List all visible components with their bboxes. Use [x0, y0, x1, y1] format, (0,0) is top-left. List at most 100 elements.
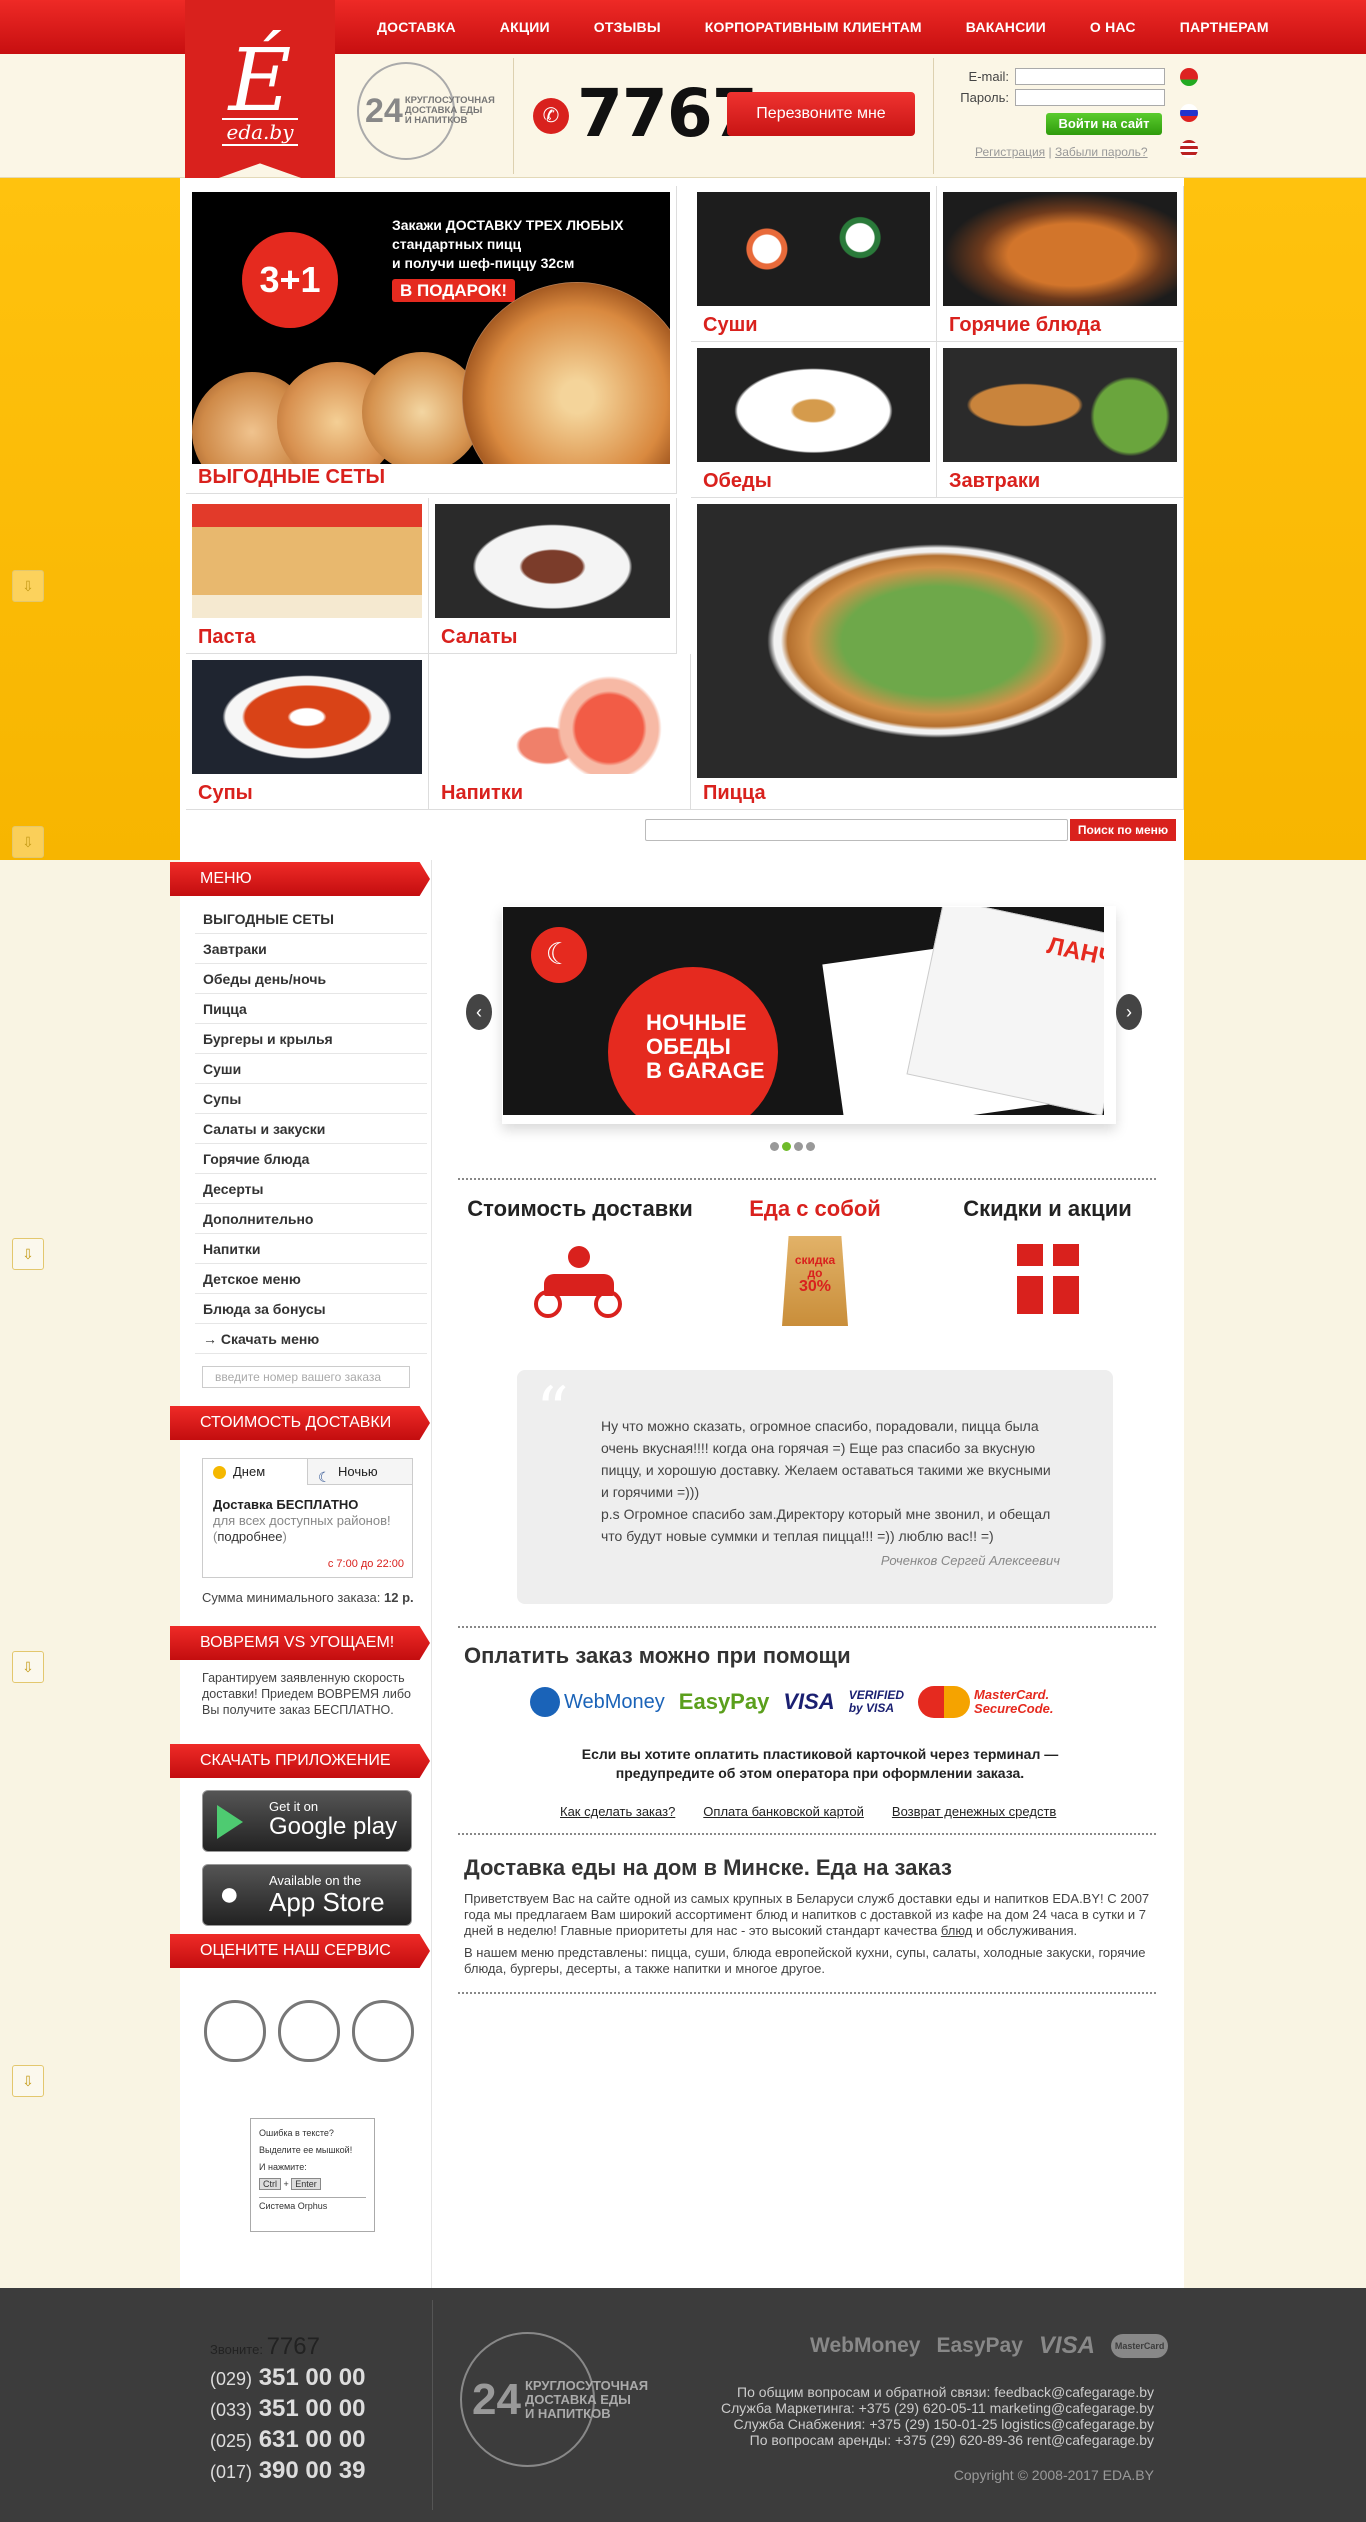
free-delivery-text: Доставка БЕСПЛАТНО [213, 1497, 359, 1512]
menu-item-breakfast[interactable]: Завтраки [195, 934, 427, 964]
scroll-marker-icon[interactable]: ⇩ [12, 1238, 44, 1270]
scroll-marker-icon[interactable]: ⇩ [12, 1651, 44, 1683]
menu-item-sushi[interactable]: Суши [195, 1054, 427, 1084]
slider-dot[interactable] [782, 1142, 791, 1151]
happy-face-icon[interactable] [204, 2000, 266, 2062]
promo-gift: В ПОДАРОК! [392, 279, 515, 302]
feature-takeaway[interactable]: Еда с собой скидка до 30% [700, 1196, 930, 1326]
feature-delivery[interactable]: Стоимость доставки [460, 1196, 700, 1322]
nav-promotions[interactable]: АКЦИИ [478, 19, 572, 35]
forgot-password-link[interactable]: Забыли пароль? [1055, 145, 1148, 159]
nav-corporate[interactable]: КОРПОРАТИВНЫМ КЛИЕНТАМ [683, 19, 944, 35]
tile-pizza[interactable]: Пицца [691, 498, 1184, 810]
orphus-widget[interactable]: Ошибка в тексте? Выделите ее мышкой! И н… [250, 2118, 375, 2232]
24h-badge: 24 КРУГЛОСУТОЧНАЯ ДОСТАВКА ЕДЫ И НАПИТКО… [357, 62, 495, 160]
slider-prev-button[interactable]: ‹ [466, 994, 492, 1030]
review-author: Роченков Сергей Алексеевич [880, 1553, 1060, 1568]
tile-label: Обеды [703, 470, 772, 492]
scroll-marker-icon[interactable]: ⇩ [12, 826, 44, 858]
order-number-input[interactable]: введите номер вашего заказа [202, 1366, 410, 1388]
footer-pay-logos: WebMoney EasyPay VISA MasterCard [810, 2332, 1169, 2360]
nav-reviews[interactable]: ОТЗЫВЫ [572, 19, 683, 35]
menu-item-extra[interactable]: Дополнительно [195, 1204, 427, 1234]
tile-salads[interactable]: Салаты [429, 498, 677, 654]
tile-label: Пицца [703, 782, 766, 804]
about-paragraph: Приветствуем Вас на сайте одной из самых… [464, 1891, 1150, 1938]
app-store-button[interactable]: ● Available on the App Store [202, 1864, 412, 1926]
google-play-button[interactable]: Get it on Google play [202, 1790, 412, 1852]
menu-item-hot[interactable]: Горячие блюда [195, 1144, 427, 1174]
slider-dot[interactable] [806, 1142, 815, 1151]
menu-item-desserts[interactable]: Десерты [195, 1174, 427, 1204]
tile-sets[interactable]: 3+1 Закажи ДОСТАВКУ ТРЕХ ЛЮБЫХ стандартн… [186, 186, 677, 494]
tile-soups[interactable]: Супы [186, 654, 429, 810]
footer-phone[interactable]: (029) 351 00 00 [210, 2363, 365, 2394]
menu-search-button[interactable]: Поиск по меню [1070, 819, 1176, 841]
footer-phone[interactable]: (017) 390 00 39 [210, 2456, 365, 2487]
tile-breakfast[interactable]: Завтраки [937, 342, 1184, 498]
menu-item-download[interactable]: → Скачать меню [195, 1324, 427, 1354]
scroll-marker-icon[interactable]: ⇩ [12, 570, 44, 602]
hot-dishes-image [943, 192, 1177, 306]
tile-drinks[interactable]: Напитки [429, 654, 691, 810]
neutral-face-icon[interactable] [278, 2000, 340, 2062]
dishes-link[interactable]: блюд [941, 1923, 973, 1938]
menu-item-drinks[interactable]: Напитки [195, 1234, 427, 1264]
payment-logos: WebMoney EasyPay VISA VERIFIED by VISA Ma… [530, 1682, 1090, 1722]
callback-button[interactable]: Перезвоните мне [727, 92, 915, 136]
menu-item-burgers[interactable]: Бургеры и крылья [195, 1024, 427, 1054]
feature-discounts[interactable]: Скидки и акции [930, 1196, 1165, 1314]
min-order: Сумма минимального заказа: 12 р. [202, 1590, 414, 1605]
scroll-marker-icon[interactable]: ⇩ [12, 2065, 44, 2097]
tile-sushi[interactable]: Суши [691, 186, 937, 342]
flag-by-icon[interactable] [1180, 68, 1198, 86]
footer-contacts: По общим вопросам и обратной связи: feed… [721, 2384, 1154, 2448]
menu-item-pizza[interactable]: Пицца [195, 994, 427, 1024]
tile-hot-dishes[interactable]: Горячие блюда [937, 186, 1184, 342]
nav-partners[interactable]: ПАРТНЕРАМ [1158, 19, 1291, 35]
menu-item-salads[interactable]: Салаты и закуски [195, 1114, 427, 1144]
menu-item-sets[interactable]: ВЫГОДНЫЕ СЕТЫ [195, 904, 427, 934]
slide-image[interactable]: ☾ НОЧНЫЕ ОБЕДЫ В GARAGE ЛАНЧ [503, 907, 1104, 1115]
more-link[interactable]: подробнее [217, 1529, 282, 1544]
flag-en-icon[interactable] [1180, 140, 1198, 158]
footer-phone[interactable]: (025) 631 00 00 [210, 2425, 365, 2456]
slider-dot[interactable] [794, 1142, 803, 1151]
how-to-order-link[interactable]: Как сделать заказ? [560, 1804, 675, 1819]
login-button[interactable]: Войти на сайт [1046, 113, 1162, 135]
refund-link[interactable]: Возврат денежных средств [892, 1804, 1056, 1819]
visa-logo: VISA [783, 1689, 835, 1714]
email-label: E-mail: [968, 69, 1009, 84]
webmoney-logo: WebMoney [810, 2334, 921, 2357]
menu-item-lunch[interactable]: Обеды день/ночь [195, 964, 427, 994]
google-play-icon [217, 1805, 243, 1839]
menu-item-kids[interactable]: Детское меню [195, 1264, 427, 1294]
nav-about[interactable]: О НАС [1068, 19, 1158, 35]
register-link[interactable]: Регистрация [975, 145, 1045, 159]
site-logo[interactable]: É eda.by [185, 0, 335, 190]
tab-day[interactable]: Днем [203, 1459, 308, 1485]
footer-short-number[interactable]: 7767 [267, 2333, 320, 2360]
tab-night[interactable]: ☾ Ночью [308, 1459, 412, 1485]
lunch-image [697, 348, 930, 462]
tile-pasta[interactable]: Паста [186, 498, 429, 654]
phone-icon: ✆ [533, 98, 569, 134]
slider-dot[interactable] [770, 1142, 779, 1151]
moon-icon: ☾ [318, 1469, 331, 1485]
nav-vacancies[interactable]: ВАКАНСИИ [944, 19, 1068, 35]
footer-phone[interactable]: (033) 351 00 00 [210, 2394, 365, 2425]
password-field[interactable] [1015, 89, 1165, 106]
email-field[interactable] [1015, 68, 1165, 85]
category-menu: ВЫГОДНЫЕ СЕТЫ Завтраки Обеды день/ночь П… [195, 904, 427, 1354]
menu-search-input[interactable] [645, 819, 1068, 841]
slider-next-button[interactable]: › [1116, 994, 1142, 1030]
tile-lunch[interactable]: Обеды [691, 342, 937, 498]
flag-ru-icon[interactable] [1180, 104, 1198, 122]
card-payment-link[interactable]: Оплата банковской картой [703, 1804, 864, 1819]
promo-banner: 3+1 Закажи ДОСТАВКУ ТРЕХ ЛЮБЫХ стандартн… [192, 192, 670, 464]
sad-face-icon[interactable] [352, 2000, 414, 2062]
menu-item-bonus[interactable]: Блюда за бонусы [195, 1294, 427, 1324]
nav-delivery[interactable]: ДОСТАВКА [355, 19, 478, 35]
rate-heading: ОЦЕНИТЕ НАШ СЕРВИС [170, 1934, 430, 1968]
menu-item-soups[interactable]: Супы [195, 1084, 427, 1114]
